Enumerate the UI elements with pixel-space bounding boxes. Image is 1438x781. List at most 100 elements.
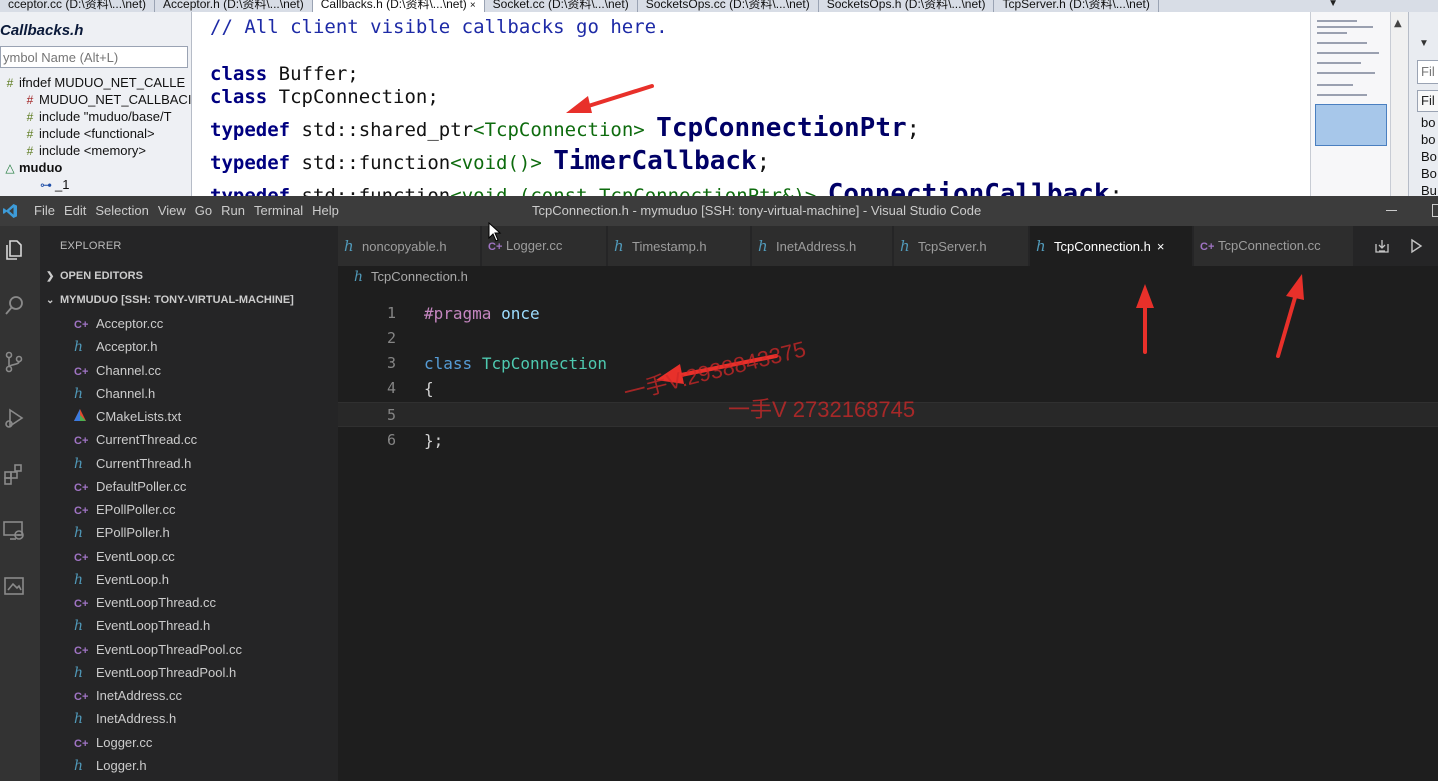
run-icon[interactable]	[1408, 238, 1424, 254]
extensions-icon[interactable]	[0, 460, 28, 488]
si-punct: ;	[1109, 183, 1123, 196]
si-overview-map[interactable]	[1310, 12, 1390, 196]
line-text: #pragma once	[424, 301, 540, 326]
menu-help[interactable]: Help	[312, 196, 346, 226]
si-right-item[interactable]: bo	[1421, 131, 1437, 148]
menu-edit[interactable]: Edit	[64, 196, 93, 226]
tab-active[interactable]: h TcpConnection.h ×	[1030, 226, 1193, 266]
file-item[interactable]: h InetAddress.h	[40, 707, 338, 730]
si-symbol-item[interactable]: # MUDUO_NET_CALLBACI	[0, 91, 191, 108]
file-item[interactable]: C+ DefaultPoller.cc	[40, 475, 338, 498]
si-code-view[interactable]: // All client visible callbacks go here.…	[192, 12, 1310, 196]
menu-run[interactable]: Run	[221, 196, 252, 226]
tab[interactable]: h noncopyable.h	[338, 226, 481, 266]
si-tab[interactable]: Acceptor.h (D:\资料\...\net)	[155, 0, 313, 12]
open-editors-header[interactable]: ❯ OPEN EDITORS	[40, 265, 338, 287]
file-item[interactable]: h EventLoop.h	[40, 568, 338, 591]
file-item[interactable]: C+ Acceptor.cc	[40, 312, 338, 335]
si-symbol-item[interactable]: # ifndef MUDUO_NET_CALLE	[0, 74, 191, 91]
close-icon[interactable]: ×	[1157, 227, 1165, 267]
file-item[interactable]: h Channel.h	[40, 382, 338, 405]
si-tab[interactable]: cceptor.cc (D:\资料\...\net)	[0, 0, 156, 12]
file-name: EPollPoller.h	[96, 525, 170, 541]
si-tab-label: Acceptor.h (D:\资料\...\net)	[163, 0, 304, 11]
si-right-item[interactable]: Bo	[1421, 148, 1437, 165]
file-item[interactable]: h CurrentThread.h	[40, 452, 338, 475]
si-tab[interactable]: Socket.cc (D:\资料\...\net)	[485, 0, 638, 12]
file-item[interactable]: h EPollPoller.h	[40, 521, 338, 544]
file-item[interactable]: C+ EventLoop.cc	[40, 545, 338, 568]
remote-explorer-icon[interactable]	[0, 516, 28, 544]
si-tab[interactable]: SocketsOps.h (D:\资料\...\net)	[819, 0, 995, 12]
si-identifier: TcpConnection;	[278, 86, 439, 108]
si-list-header[interactable]: Fil	[1417, 90, 1438, 112]
line-number: 1	[386, 304, 396, 322]
token-class-name: TcpConnection	[481, 354, 608, 373]
editor-tab-bar: h noncopyable.h C+ Logger.cc h Timestamp.h h In…	[338, 226, 1438, 266]
file-item[interactable]: C+ Channel.cc	[40, 359, 338, 382]
si-symbol-item[interactable]: ⊶ _1	[0, 176, 191, 193]
scroll-up-icon[interactable]: ▲	[1394, 18, 1402, 29]
source-control-icon[interactable]	[0, 348, 28, 376]
file-item[interactable]: C+ InetAddress.cc	[40, 684, 338, 707]
si-tab-active[interactable]: Callbacks.h (D:\资料\...\net) ×	[312, 0, 485, 12]
si-tab-close-icon[interactable]: ×	[470, 0, 476, 11]
si-identifier: Buffer;	[278, 63, 359, 85]
si-right-item[interactable]: bo	[1421, 114, 1437, 131]
symbol-search-input[interactable]	[0, 46, 188, 68]
minimap-viewport[interactable]	[1315, 104, 1387, 146]
si-tab-label: Socket.cc (D:\资料\...\net)	[492, 0, 629, 11]
si-tab[interactable]: SocketsOps.cc (D:\资料\...\net)	[638, 0, 819, 12]
menu-view[interactable]: View	[158, 196, 193, 226]
si-symbol-item[interactable]: # include "muduo/base/T	[0, 108, 191, 125]
si-symbol-item[interactable]: # include <functional>	[0, 125, 191, 142]
cpp-file-icon: C+	[74, 319, 89, 331]
si-filter-input[interactable]: Fil	[1417, 60, 1438, 84]
file-item[interactable]: C+ EPollPoller.cc	[40, 498, 338, 521]
file-item[interactable]: h EventLoopThreadPool.h	[40, 661, 338, 684]
si-right-item[interactable]: Bu	[1421, 182, 1437, 196]
menu-selection[interactable]: Selection	[95, 196, 155, 226]
chevron-down-icon[interactable]: ▼	[1419, 38, 1429, 49]
file-item[interactable]: h Logger.h	[40, 754, 338, 777]
file-item[interactable]: C+ EventLoopThreadPool.cc	[40, 638, 338, 661]
file-item[interactable]: C+ Logger.cc	[40, 731, 338, 754]
si-scrollbar[interactable]: ▲	[1390, 12, 1408, 196]
menu-file[interactable]: File	[34, 196, 62, 226]
tab[interactable]: C+ TcpConnection.cc	[1194, 226, 1354, 266]
minimap-line	[1317, 20, 1357, 22]
tab[interactable]: h InetAddress.h	[752, 226, 893, 266]
editor-area: h noncopyable.h C+ Logger.cc h Timestamp.h h In…	[338, 226, 1438, 781]
si-code-line: class TcpConnection;	[210, 86, 439, 108]
file-item[interactable]: h EventLoopThread.h	[40, 614, 338, 637]
preview-icon[interactable]	[0, 572, 28, 600]
search-icon[interactable]	[0, 292, 28, 320]
si-right-item[interactable]: Bo	[1421, 165, 1437, 182]
symbol-type-icon: ⊶	[40, 178, 52, 192]
file-item[interactable]: C+ CurrentThread.cc	[40, 428, 338, 451]
explorer-icon[interactable]	[0, 236, 28, 264]
file-item[interactable]: h Acceptor.h	[40, 335, 338, 358]
chevron-down-icon: ⌄	[46, 295, 55, 306]
section-label: OPEN EDITORS	[60, 270, 143, 282]
si-tab[interactable]: TcpServer.h (D:\资料\...\net)	[994, 0, 1159, 12]
file-item[interactable]: CMakeLists.txt	[40, 405, 338, 428]
symbol-type-icon: #	[26, 93, 34, 107]
project-header[interactable]: ⌄ MYMUDUO [SSH: TONY-VIRTUAL-MACHINE]	[40, 289, 338, 311]
si-typedef-name: ConnectionCallback	[827, 179, 1110, 196]
header-file-icon: h	[74, 339, 84, 356]
si-symbol-item[interactable]: # include <memory>	[0, 142, 191, 159]
run-debug-icon[interactable]	[0, 404, 28, 432]
chevron-down-icon[interactable]: ▼	[1328, 0, 1338, 9]
menu-terminal[interactable]: Terminal	[254, 196, 310, 226]
tab[interactable]: h TcpServer.h	[894, 226, 1029, 266]
breadcrumb[interactable]: h TcpConnection.h	[354, 266, 468, 288]
maximize-icon[interactable]	[1432, 204, 1438, 217]
minimap-line	[1317, 42, 1367, 44]
minimize-icon[interactable]	[1386, 210, 1397, 211]
menu-go[interactable]: Go	[195, 196, 219, 226]
tab[interactable]: h Timestamp.h	[608, 226, 751, 266]
open-changes-icon[interactable]	[1374, 238, 1390, 254]
si-symbol-item[interactable]: △ muduo	[0, 159, 191, 176]
file-item[interactable]: C+ EventLoopThread.cc	[40, 591, 338, 614]
